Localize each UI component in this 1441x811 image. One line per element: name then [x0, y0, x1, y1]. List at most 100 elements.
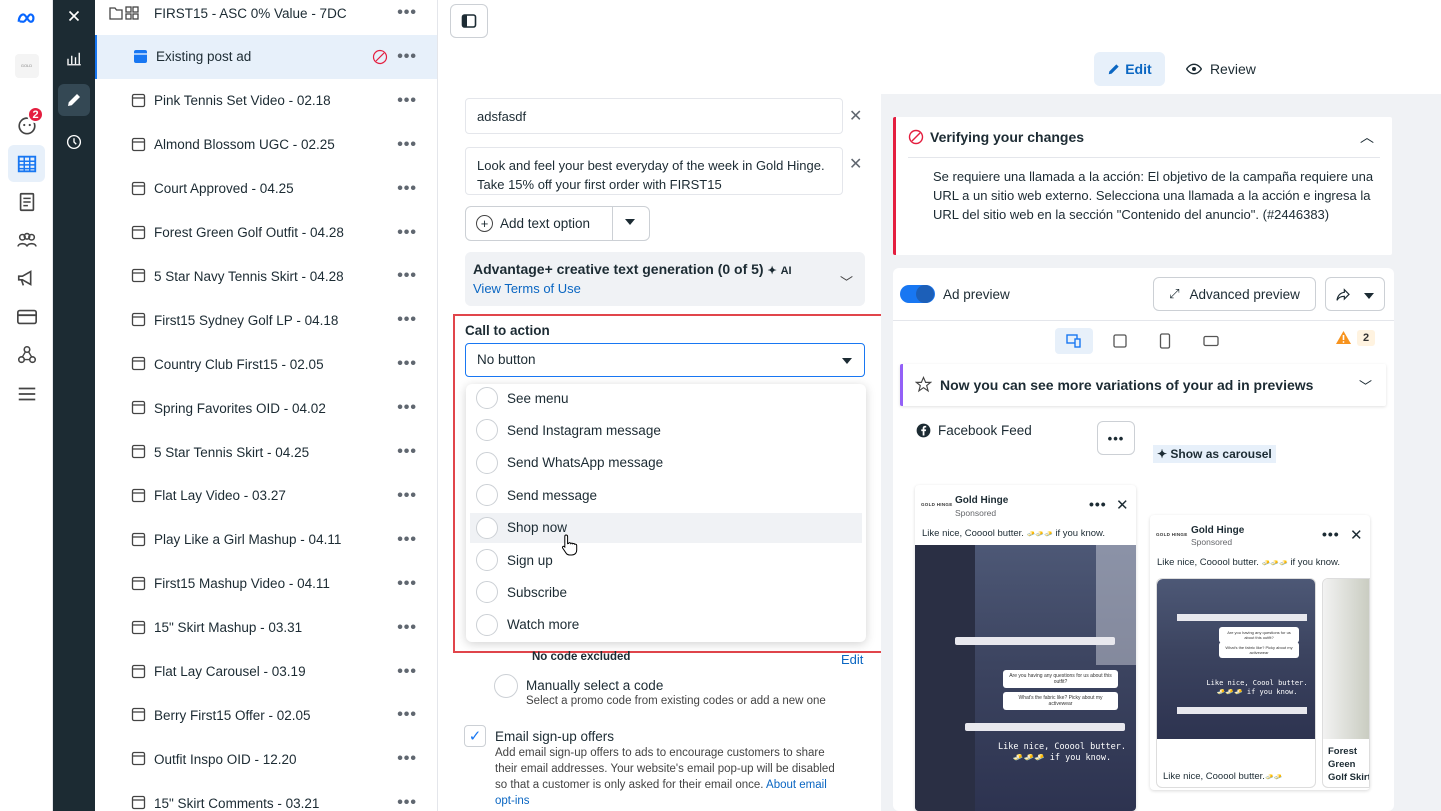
option-radio[interactable]: [476, 484, 498, 507]
tree-ad-row[interactable]: 15" Skirt Mashup - 03.31 •••: [95, 606, 437, 650]
more-options-icon[interactable]: •••: [397, 48, 417, 66]
more-options-icon[interactable]: •••: [397, 750, 417, 768]
tree-ad-row[interactable]: Flat Lay Carousel - 03.19 •••: [95, 650, 437, 694]
audiences-icon[interactable]: [8, 221, 45, 258]
edit-tab[interactable]: Edit: [1094, 52, 1165, 86]
edit-pencil-icon[interactable]: [58, 84, 90, 116]
remove-option-1-icon[interactable]: ✕: [849, 106, 862, 126]
email-signup-checkbox[interactable]: ✓: [464, 725, 486, 747]
cta-option[interactable]: Watch more: [466, 610, 866, 640]
close-icon[interactable]: ✕: [1350, 526, 1363, 544]
billing-icon[interactable]: [8, 298, 45, 335]
toggle-panel-button[interactable]: [450, 4, 488, 38]
more-options-icon[interactable]: •••: [397, 531, 417, 549]
more-options-icon[interactable]: •••: [397, 575, 417, 593]
chevron-down-icon[interactable]: ﹀: [840, 272, 853, 291]
warning-triangle-icon[interactable]: [1335, 330, 1352, 345]
ad-preview-feed[interactable]: GOLD HINGE Gold Hinge Sponsored ••• ✕ Li…: [915, 485, 1136, 811]
tree-ad-row[interactable]: Court Approved - 04.25 •••: [95, 167, 437, 211]
tree-ad-row[interactable]: First15 Sydney Golf LP - 04.18 •••: [95, 298, 437, 342]
more-options-icon[interactable]: •••: [397, 267, 417, 285]
remove-option-2-icon[interactable]: ✕: [849, 154, 862, 174]
chevron-up-icon[interactable]: ︿: [1360, 127, 1374, 147]
square-format-icon[interactable]: [1101, 328, 1139, 354]
campaigns-table-icon[interactable]: [8, 145, 45, 182]
all-devices-icon[interactable]: [1055, 328, 1093, 354]
cta-option[interactable]: See menu: [466, 383, 866, 413]
cta-option[interactable]: Shop now: [470, 512, 862, 543]
more-options-icon[interactable]: •••: [397, 619, 417, 637]
chevron-down-icon[interactable]: ﹀: [1359, 376, 1372, 395]
carousel-card-1[interactable]: Are you having any questions for us abou…: [1156, 578, 1316, 788]
terms-of-use-link[interactable]: View Terms of Use: [473, 281, 581, 296]
tree-ad-row[interactable]: First15 Mashup Video - 04.11 •••: [95, 562, 437, 606]
primary-text-option-1[interactable]: adsfasdf: [465, 98, 843, 134]
option-radio[interactable]: [476, 581, 498, 604]
option-radio[interactable]: [476, 419, 498, 442]
close-icon[interactable]: ✕: [1116, 496, 1129, 514]
cta-option[interactable]: Send message: [466, 480, 866, 510]
tree-ad-row[interactable]: Spring Favorites OID - 04.02 •••: [95, 386, 437, 430]
carousel-card-2[interactable]: Forest Green Golf Skirt: [1322, 578, 1370, 788]
tree-ad-row[interactable]: Existing post ad •••: [95, 34, 437, 79]
more-options-icon[interactable]: •••: [397, 399, 417, 417]
cta-option[interactable]: Send Instagram message: [466, 415, 866, 445]
more-options-icon[interactable]: •••: [397, 224, 417, 242]
show-as-carousel-toggle[interactable]: ✦ Show as carousel: [1153, 445, 1276, 463]
option-radio[interactable]: [476, 387, 498, 409]
tree-ad-row[interactable]: Flat Lay Video - 03.27 •••: [95, 474, 437, 518]
meta-logo-icon[interactable]: [8, 0, 45, 37]
tree-ad-row[interactable]: Almond Blossom UGC - 02.25 •••: [95, 123, 437, 167]
advertising-icon[interactable]: [8, 259, 45, 296]
pages-icon[interactable]: [8, 183, 45, 220]
add-text-option-button[interactable]: + Add text option: [465, 206, 650, 241]
opt-ins-link[interactable]: opt-ins: [495, 795, 530, 807]
more-options-icon[interactable]: •••: [397, 706, 417, 724]
edit-code-link[interactable]: Edit: [841, 652, 863, 667]
share-button[interactable]: [1325, 277, 1385, 311]
tree-ad-row[interactable]: Outfit Inspo OID - 12.20 •••: [95, 737, 437, 781]
more-options-icon[interactable]: •••: [397, 794, 417, 811]
option-radio[interactable]: [476, 516, 498, 539]
cta-option[interactable]: Send WhatsApp message: [466, 448, 866, 478]
tree-ad-row[interactable]: Berry First15 Offer - 02.05 •••: [95, 693, 437, 737]
cta-option[interactable]: Subscribe: [466, 577, 866, 607]
more-options-icon[interactable]: •••: [397, 4, 417, 22]
review-tab[interactable]: Review: [1181, 52, 1261, 86]
advantage-text-generation-panel[interactable]: Advantage+ creative text generation (0 o…: [465, 252, 865, 306]
tree-ad-row[interactable]: 5 Star Tennis Skirt - 04.25 •••: [95, 430, 437, 474]
more-options-icon[interactable]: •••: [397, 443, 417, 461]
manual-code-radio[interactable]: [494, 674, 518, 698]
vertical-format-icon[interactable]: [1146, 328, 1184, 354]
notifications-icon[interactable]: 2: [8, 106, 45, 143]
tree-adset-row[interactable]: FIRST15 - ASC 0% Value - 7DC •••: [95, 0, 437, 35]
more-options-icon[interactable]: •••: [1322, 526, 1340, 542]
horizontal-format-icon[interactable]: [1192, 328, 1230, 354]
cta-select[interactable]: No button: [465, 343, 865, 377]
about-email-link[interactable]: About email: [766, 779, 827, 791]
more-options-icon[interactable]: •••: [397, 663, 417, 681]
history-clock-icon[interactable]: [58, 126, 90, 158]
more-options-icon[interactable]: •••: [397, 136, 417, 154]
close-icon[interactable]: [58, 0, 90, 32]
business-settings-icon[interactable]: [8, 336, 45, 373]
account-avatar[interactable]: GOLD: [8, 47, 45, 84]
ad-preview-carousel[interactable]: GOLD HINGE Gold Hinge Sponsored ••• ✕ Li…: [1150, 515, 1370, 790]
tree-ad-row[interactable]: Forest Green Golf Outfit - 04.28 •••: [95, 211, 437, 255]
option-radio[interactable]: [476, 451, 498, 474]
more-options-icon[interactable]: •••: [1089, 496, 1107, 512]
more-options-icon[interactable]: •••: [397, 355, 417, 373]
more-options-icon[interactable]: •••: [397, 311, 417, 329]
more-options-icon[interactable]: •••: [397, 487, 417, 505]
tree-ad-row[interactable]: Play Like a Girl Mashup - 04.11 •••: [95, 518, 437, 562]
cta-option[interactable]: Sign up: [466, 545, 866, 575]
tree-ad-row[interactable]: Pink Tennis Set Video - 02.18 •••: [95, 79, 437, 123]
tree-ad-row[interactable]: 15" Skirt Comments - 03.21 •••: [95, 781, 437, 811]
tree-ad-row[interactable]: 5 Star Navy Tennis Skirt - 04.28 •••: [95, 254, 437, 298]
placement-more-button[interactable]: •••: [1097, 421, 1135, 455]
variations-banner[interactable]: Now you can see more variations of your …: [900, 364, 1386, 406]
primary-text-option-2[interactable]: Look and feel your best everyday of the …: [465, 147, 843, 195]
chevron-down-icon[interactable]: [625, 219, 635, 225]
option-radio[interactable]: [476, 613, 498, 636]
more-options-icon[interactable]: •••: [397, 92, 417, 110]
